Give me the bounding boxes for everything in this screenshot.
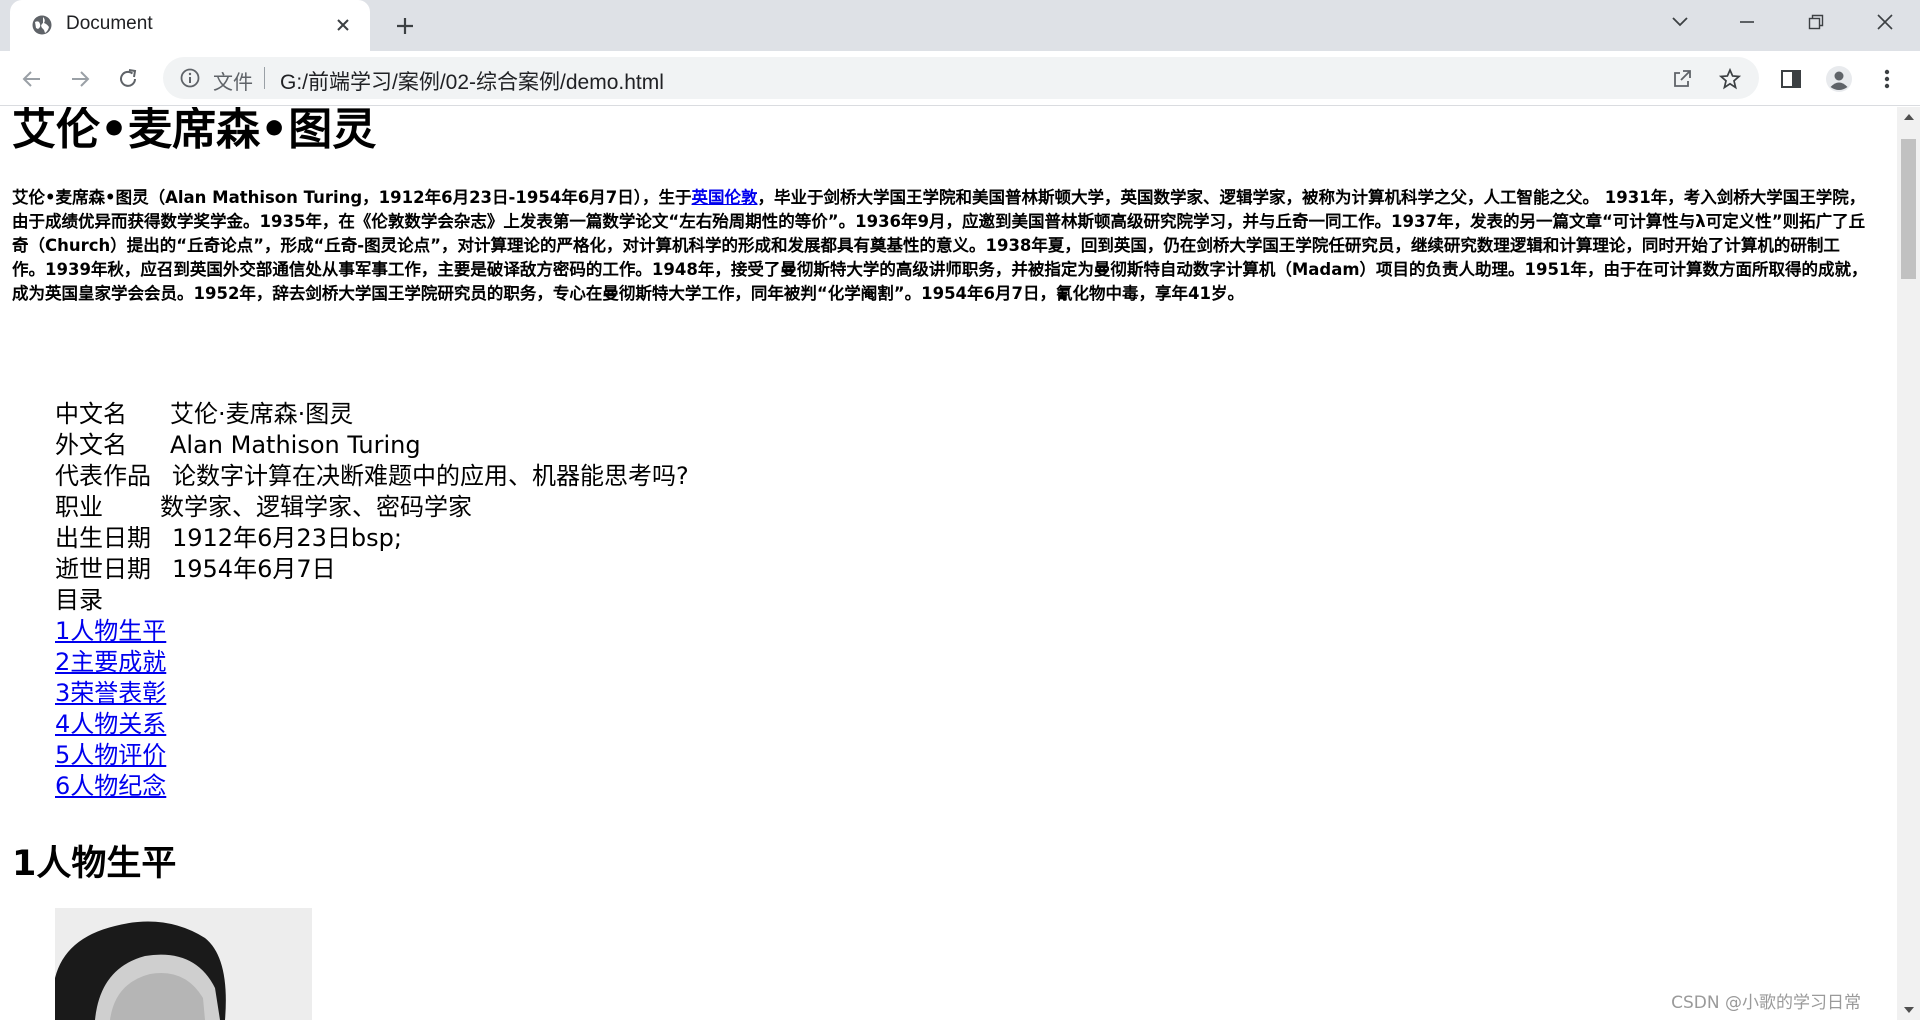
scroll-down-arrow-icon[interactable] [1897, 1000, 1920, 1020]
browser-tab-active[interactable]: Document [10, 0, 370, 51]
info-label: 逝世日期 [55, 555, 151, 583]
close-tab-icon[interactable] [332, 14, 354, 36]
tab-title: Document [66, 13, 153, 34]
info-value: 1912年6月23日bsp; [172, 524, 402, 552]
address-bar[interactable]: 文件 G:/前端学习/案例/02-综合案例/demo.html [163, 57, 1759, 99]
toc-link-evaluation[interactable]: 5人物评价 [55, 740, 166, 771]
file-scheme-label: 文件 [213, 72, 253, 94]
intro-paragraph: 艾伦•麦席森•图灵（Alan Mathison Turing，1912年6月23… [12, 186, 1870, 306]
info-value: 1954年6月7日 [172, 555, 336, 583]
info-row-foreign-name: 外文名 Alan Mathison Turing [55, 430, 689, 461]
restore-icon[interactable] [1781, 0, 1851, 44]
new-tab-icon[interactable] [390, 11, 420, 41]
info-list: 中文名 艾伦·麦席森·图灵 外文名 Alan Mathison Turing 代表作… [55, 399, 689, 802]
url-text[interactable]: G:/前端学习/案例/02-综合案例/demo.html [280, 66, 664, 96]
scroll-up-arrow-icon[interactable] [1897, 107, 1920, 127]
info-row-chinese-name: 中文名 艾伦·麦席森·图灵 [55, 399, 689, 430]
vertical-scrollbar[interactable] [1897, 107, 1920, 1020]
info-label: 代表作品 [55, 462, 151, 490]
toc-link-honors[interactable]: 3荣誉表彰 [55, 678, 166, 709]
info-row-death-date: 逝世日期 1954年6月7日 [55, 554, 689, 585]
address-separator [264, 67, 265, 89]
info-value: 论数字计算在决断难题中的应用、机器能思考吗? [172, 462, 689, 490]
toc-title: 目录 [55, 586, 103, 614]
tab-search-chevron-icon[interactable] [1645, 0, 1715, 44]
info-row-occupation: 职业 数学家、逻辑学家、密码学家 [55, 492, 689, 523]
toc-link-achievements[interactable]: 2主要成就 [55, 647, 166, 678]
info-label: 外文名 [55, 431, 127, 459]
london-link[interactable]: 英国伦敦 [692, 188, 758, 207]
page-viewport: 艾伦•麦席森•图灵 艾伦•麦席森•图灵（Alan Mathison Turing… [0, 107, 1897, 1020]
minimize-icon[interactable] [1712, 0, 1782, 44]
info-value: 艾伦·麦席森·图灵 [170, 400, 354, 428]
info-value: 数学家、逻辑学家、密码学家 [160, 493, 472, 521]
info-value: Alan Mathison Turing [170, 431, 421, 459]
forward-arrow-icon[interactable] [64, 63, 96, 95]
tab-strip: Document [0, 0, 1920, 51]
globe-icon [32, 15, 52, 35]
info-row-works: 代表作品 论数字计算在决断难题中的应用、机器能思考吗? [55, 461, 689, 492]
back-arrow-icon[interactable] [16, 63, 48, 95]
toc-link-biography[interactable]: 1人物生平 [55, 616, 166, 647]
info-label: 中文名 [55, 400, 127, 428]
close-window-icon[interactable] [1850, 0, 1920, 44]
more-menu-icon[interactable] [1873, 65, 1901, 93]
toc-link-memorial[interactable]: 6人物纪念 [55, 771, 166, 802]
info-icon[interactable] [179, 67, 201, 89]
scrollbar-thumb[interactable] [1901, 139, 1916, 279]
side-panel-icon[interactable] [1777, 65, 1805, 93]
portrait-image [55, 908, 312, 1020]
info-label: 职业 [55, 493, 103, 521]
intro-text-start: 艾伦•麦席森•图灵（Alan Mathison Turing，1912年6月23… [12, 188, 692, 207]
page-heading: 艾伦•麦席森•图灵 [12, 107, 377, 155]
bookmark-star-icon[interactable] [1718, 67, 1742, 91]
profile-avatar-icon[interactable] [1825, 65, 1853, 93]
csdn-watermark: CSDN @小歌的学习日常 [1671, 993, 1861, 1013]
reload-icon[interactable] [112, 63, 144, 95]
info-label: 出生日期 [55, 524, 151, 552]
info-row-birth-date: 出生日期 1912年6月23日bsp; [55, 523, 689, 554]
browser-toolbar: 文件 G:/前端学习/案例/02-综合案例/demo.html [0, 51, 1920, 106]
section-heading-biography: 1人物生平 [12, 844, 177, 884]
toc-link-relations[interactable]: 4人物关系 [55, 709, 166, 740]
share-icon[interactable] [1670, 67, 1694, 91]
